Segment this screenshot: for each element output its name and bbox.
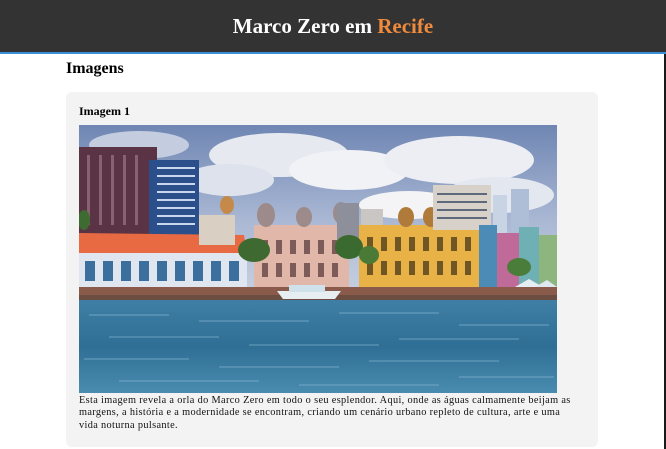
page-title: Marco Zero em Recife [233, 14, 433, 39]
title-main: Marco Zero em [232, 13, 372, 38]
image-caption: Esta imagem revela a orla do Marco Zero … [79, 395, 571, 431]
image-card: Imagem 1 Esta imagem revela a orla do Ma… [66, 92, 598, 447]
recife-waterfront-photo [79, 125, 557, 393]
section-title: Imagens [66, 60, 124, 77]
page-header: Marco Zero em Recife [0, 0, 666, 54]
image-card-title: Imagem 1 [79, 104, 130, 118]
title-accent: Recife [377, 13, 434, 38]
